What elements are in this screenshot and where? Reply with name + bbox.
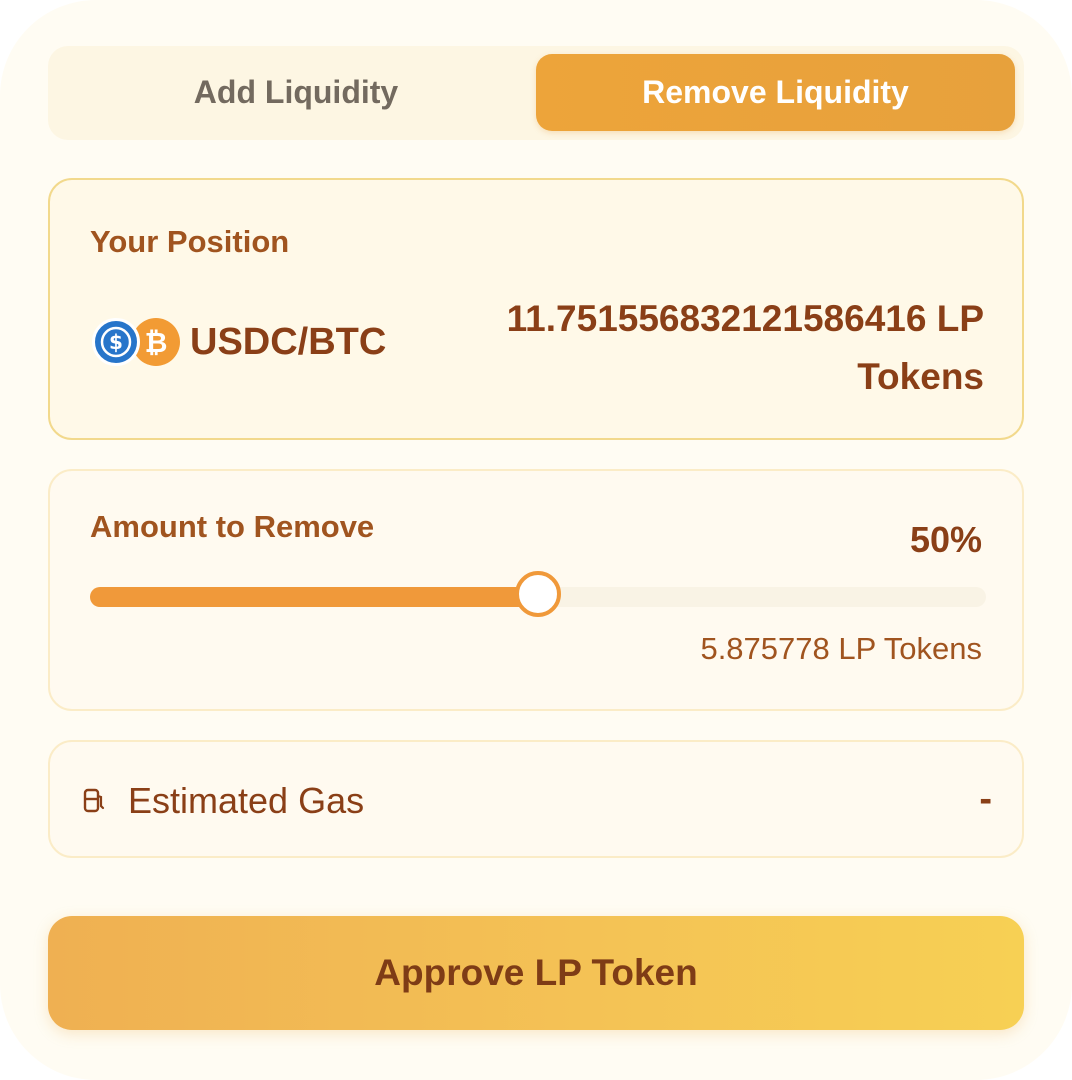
your-position-panel: Your Position $ ₿ USDC/BTC 11.7515568321… xyxy=(48,178,1024,440)
remove-lp-amount: 5.875778 LP Tokens xyxy=(700,631,982,666)
gas-pump-icon xyxy=(83,788,105,813)
estimated-gas-value: - xyxy=(979,778,992,820)
estimated-gas-row: Estimated Gas - xyxy=(48,740,1024,858)
token-pair: $ ₿ USDC/BTC xyxy=(92,318,386,366)
remove-liquidity-card: Add Liquidity Remove Liquidity Your Posi… xyxy=(0,0,1072,1080)
approve-lp-token-button[interactable]: Approve LP Token xyxy=(48,916,1024,1030)
svg-text:$: $ xyxy=(109,330,123,354)
slider-thumb[interactable] xyxy=(515,571,561,617)
tab-remove-liquidity[interactable]: Remove Liquidity xyxy=(536,54,1015,131)
your-position-title: Your Position xyxy=(90,224,290,259)
tab-add-liquidity[interactable]: Add Liquidity xyxy=(56,54,536,131)
pair-label: USDC/BTC xyxy=(190,320,387,363)
slider-fill xyxy=(90,587,538,607)
remove-percent-value: 50% xyxy=(909,519,982,560)
amount-to-remove-panel: Amount to Remove 50% 5.875778 LP Tokens xyxy=(48,469,1024,711)
lp-token-balance: 11.7515568321215864​16 LP Tokens xyxy=(506,298,984,397)
usdc-icon: $ xyxy=(92,318,140,366)
remove-amount-slider[interactable] xyxy=(90,571,986,617)
amount-to-remove-title: Amount to Remove xyxy=(90,509,375,544)
estimated-gas-label: Estimated Gas xyxy=(128,780,365,821)
liquidity-tabs: Add Liquidity Remove Liquidity xyxy=(48,46,1024,140)
